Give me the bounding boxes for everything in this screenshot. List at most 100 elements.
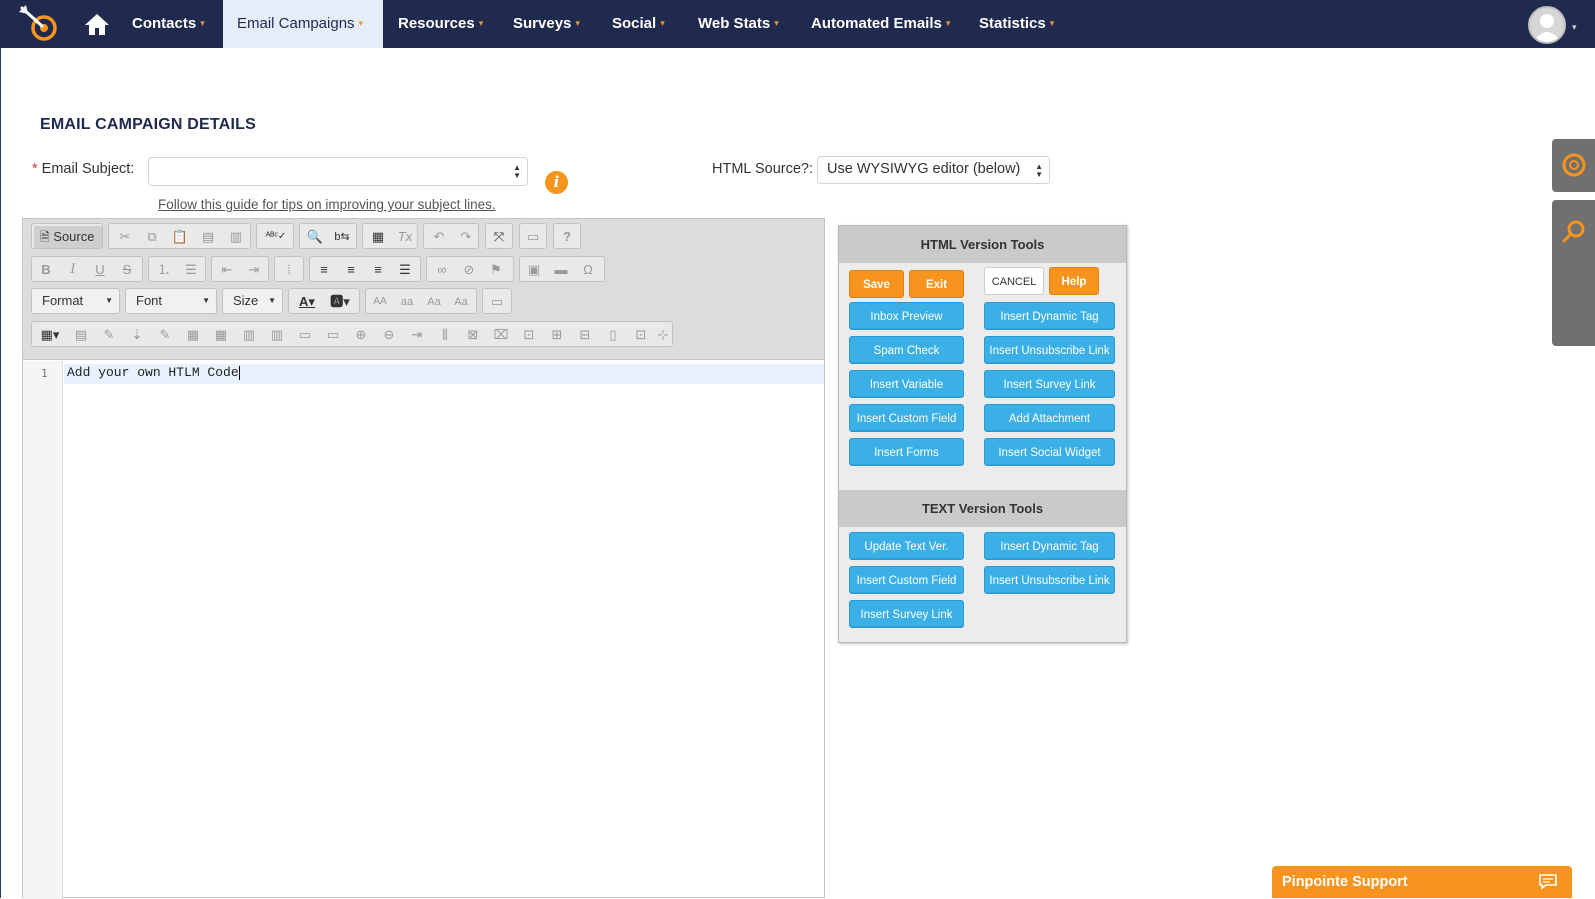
help-lifebuoy-tab[interactable] bbox=[1552, 139, 1595, 192]
insert-social-widget-button[interactable]: Insert Social Widget bbox=[984, 438, 1115, 466]
uppercase-icon[interactable]: AA bbox=[369, 292, 391, 312]
indent-icon[interactable]: ⇥ bbox=[243, 260, 265, 280]
copy-icon[interactable]: ⧉ bbox=[141, 227, 163, 247]
exit-button[interactable]: Exit bbox=[909, 270, 964, 298]
code-editor-content[interactable]: Add your own HTLM Code bbox=[67, 365, 240, 380]
nav-contacts[interactable]: Contacts ▾ bbox=[118, 0, 219, 48]
unlink-icon[interactable]: ⊘ bbox=[458, 260, 480, 280]
delete-cells-icon[interactable]: ⌧ bbox=[490, 325, 512, 345]
merge-cells-icon[interactable]: ▭ bbox=[294, 325, 316, 345]
insert-row-after-icon[interactable]: ▦ bbox=[210, 325, 232, 345]
italic-icon[interactable]: I bbox=[62, 260, 84, 280]
home-icon[interactable] bbox=[84, 12, 110, 36]
spam-check-button[interactable]: Spam Check bbox=[849, 336, 964, 364]
pinpointe-support-widget[interactable]: Pinpointe Support bbox=[1272, 866, 1572, 898]
clear-cell-icon[interactable]: ⊡ bbox=[518, 325, 540, 345]
update-text-version-button[interactable]: Update Text Ver. bbox=[849, 532, 964, 560]
nav-surveys[interactable]: Surveys ▾ bbox=[499, 0, 594, 48]
cell-delete-icon[interactable]: ⊹ bbox=[652, 325, 674, 345]
email-subject-input[interactable]: ▲ ▼ bbox=[148, 157, 528, 186]
table-delete-icon[interactable]: ✎ bbox=[98, 325, 120, 345]
help-button[interactable]: Help bbox=[1049, 267, 1099, 295]
nav-statistics[interactable]: Statistics ▾ bbox=[965, 0, 1068, 48]
insert-row-icon[interactable]: ⊕ bbox=[350, 325, 372, 345]
link-icon[interactable]: ∞ bbox=[431, 260, 453, 280]
insert-col-after-icon[interactable]: ▥ bbox=[266, 325, 288, 345]
paste-icon[interactable]: 📋 bbox=[169, 227, 191, 247]
titlecase-icon[interactable]: Aa bbox=[423, 292, 445, 312]
select-all-icon[interactable]: ▦ bbox=[367, 227, 389, 247]
lowercase-icon[interactable]: aa bbox=[396, 292, 418, 312]
text-insert-unsubscribe-link-button[interactable]: Insert Unsubscribe Link bbox=[984, 566, 1115, 594]
undo-icon[interactable]: ↶ bbox=[428, 227, 450, 247]
nav-resources[interactable]: Resources ▾ bbox=[384, 0, 497, 48]
paste-text-icon[interactable]: ▤ bbox=[197, 227, 219, 247]
user-menu-caret-icon[interactable]: ▾ bbox=[1572, 22, 1577, 33]
row-properties-icon[interactable]: ⇥ bbox=[406, 325, 428, 345]
align-center-icon[interactable]: ≡ bbox=[340, 260, 362, 280]
justify-icon[interactable]: ☰ bbox=[394, 260, 416, 280]
save-button[interactable]: Save bbox=[849, 270, 904, 298]
nav-automated-emails[interactable]: Automated Emails ▾ bbox=[797, 0, 964, 48]
font-dropdown[interactable]: Font ▼ bbox=[125, 288, 217, 314]
toggle-case-icon[interactable]: Aa bbox=[450, 292, 472, 312]
bulleted-list-icon[interactable]: ☰ bbox=[180, 260, 202, 280]
strikethrough-icon[interactable]: S bbox=[116, 260, 138, 280]
nav-email-campaigns[interactable]: Email Campaigns ▾ bbox=[223, 0, 383, 48]
split-vertical-icon[interactable]: ⊟ bbox=[574, 325, 596, 345]
remove-format-icon[interactable]: Tx bbox=[394, 227, 416, 247]
maximize-icon[interactable]: ⤧ bbox=[488, 227, 510, 247]
text-insert-survey-link-button[interactable]: Insert Survey Link bbox=[849, 600, 964, 628]
cell-width-icon[interactable]: ▯ bbox=[602, 325, 624, 345]
align-left-icon[interactable]: ≡ bbox=[313, 260, 335, 280]
insert-dynamic-tag-button[interactable]: Insert Dynamic Tag bbox=[984, 302, 1115, 330]
help-question-icon[interactable]: ? bbox=[556, 227, 578, 247]
insert-survey-link-button[interactable]: Insert Survey Link bbox=[984, 370, 1115, 398]
table-properties-icon[interactable]: ▤ bbox=[70, 325, 92, 345]
numbered-list-icon[interactable]: ⒈ bbox=[153, 260, 175, 280]
cancel-button[interactable]: CANCEL bbox=[984, 267, 1044, 295]
insert-column-icon[interactable]: ⫼ bbox=[434, 325, 456, 345]
pinpointe-logo-icon[interactable] bbox=[16, 2, 62, 46]
anchor-flag-icon[interactable]: ⚑ bbox=[485, 260, 507, 280]
image-icon[interactable]: ▣ bbox=[523, 260, 545, 280]
find-icon[interactable]: 🔍 bbox=[304, 227, 326, 247]
redo-icon[interactable]: ↷ bbox=[455, 227, 477, 247]
create-div-icon[interactable]: ⁞ bbox=[278, 260, 300, 280]
text-insert-custom-field-button[interactable]: Insert Custom Field bbox=[849, 566, 964, 594]
bold-icon[interactable]: B bbox=[35, 260, 57, 280]
cut-icon[interactable]: ✂ bbox=[114, 227, 136, 247]
source-button[interactable]: 🗎 Source bbox=[34, 226, 102, 248]
text-color-icon[interactable]: A▾ bbox=[292, 292, 322, 312]
special-character-icon[interactable]: Ω bbox=[577, 260, 599, 280]
search-side-tab[interactable] bbox=[1552, 200, 1595, 346]
insert-unsubscribe-link-button[interactable]: Insert Unsubscribe Link bbox=[984, 336, 1115, 364]
html-source-select[interactable]: Use WYSIWYG editor (below) ▲ ▼ bbox=[817, 156, 1050, 184]
text-field-icon[interactable]: ▭ bbox=[486, 292, 508, 312]
insert-col-before-icon[interactable]: ▥ bbox=[238, 325, 260, 345]
info-icon[interactable]: i bbox=[545, 171, 568, 194]
insert-forms-button[interactable]: Insert Forms bbox=[849, 438, 964, 466]
size-dropdown[interactable]: Size ▼ bbox=[222, 288, 283, 314]
split-cell-icon[interactable]: ▭ bbox=[322, 325, 344, 345]
delete-row-icon[interactable]: ⊖ bbox=[378, 325, 400, 345]
show-blocks-icon[interactable]: ▭ bbox=[522, 227, 544, 247]
table-icon[interactable]: ▦▾ bbox=[36, 325, 64, 345]
add-attachment-button[interactable]: Add Attachment bbox=[984, 404, 1115, 432]
text-insert-dynamic-tag-button[interactable]: Insert Dynamic Tag bbox=[984, 532, 1115, 560]
background-color-icon[interactable]: 🅰▾ bbox=[325, 292, 355, 312]
paste-word-icon[interactable]: ▥ bbox=[225, 227, 247, 247]
user-avatar[interactable] bbox=[1528, 6, 1566, 44]
subject-guide-link[interactable]: Follow this guide for tips on improving … bbox=[158, 197, 496, 212]
insert-row-before-icon[interactable]: ▦ bbox=[182, 325, 204, 345]
cell-format-icon[interactable]: ⇣ bbox=[126, 325, 148, 345]
split-horizontal-icon[interactable]: ⊞ bbox=[546, 325, 568, 345]
replace-icon[interactable]: b⇆ bbox=[331, 227, 353, 247]
horizontal-rule-icon[interactable]: ▬ bbox=[550, 260, 572, 280]
cell-height-icon[interactable]: ⊡ bbox=[630, 325, 652, 345]
format-dropdown[interactable]: Format ▼ bbox=[31, 288, 120, 314]
inbox-preview-button[interactable]: Inbox Preview bbox=[849, 302, 964, 330]
delete-column-icon[interactable]: ⊠ bbox=[462, 325, 484, 345]
align-right-icon[interactable]: ≡ bbox=[367, 260, 389, 280]
cell-style-icon[interactable]: ✎ bbox=[154, 325, 176, 345]
